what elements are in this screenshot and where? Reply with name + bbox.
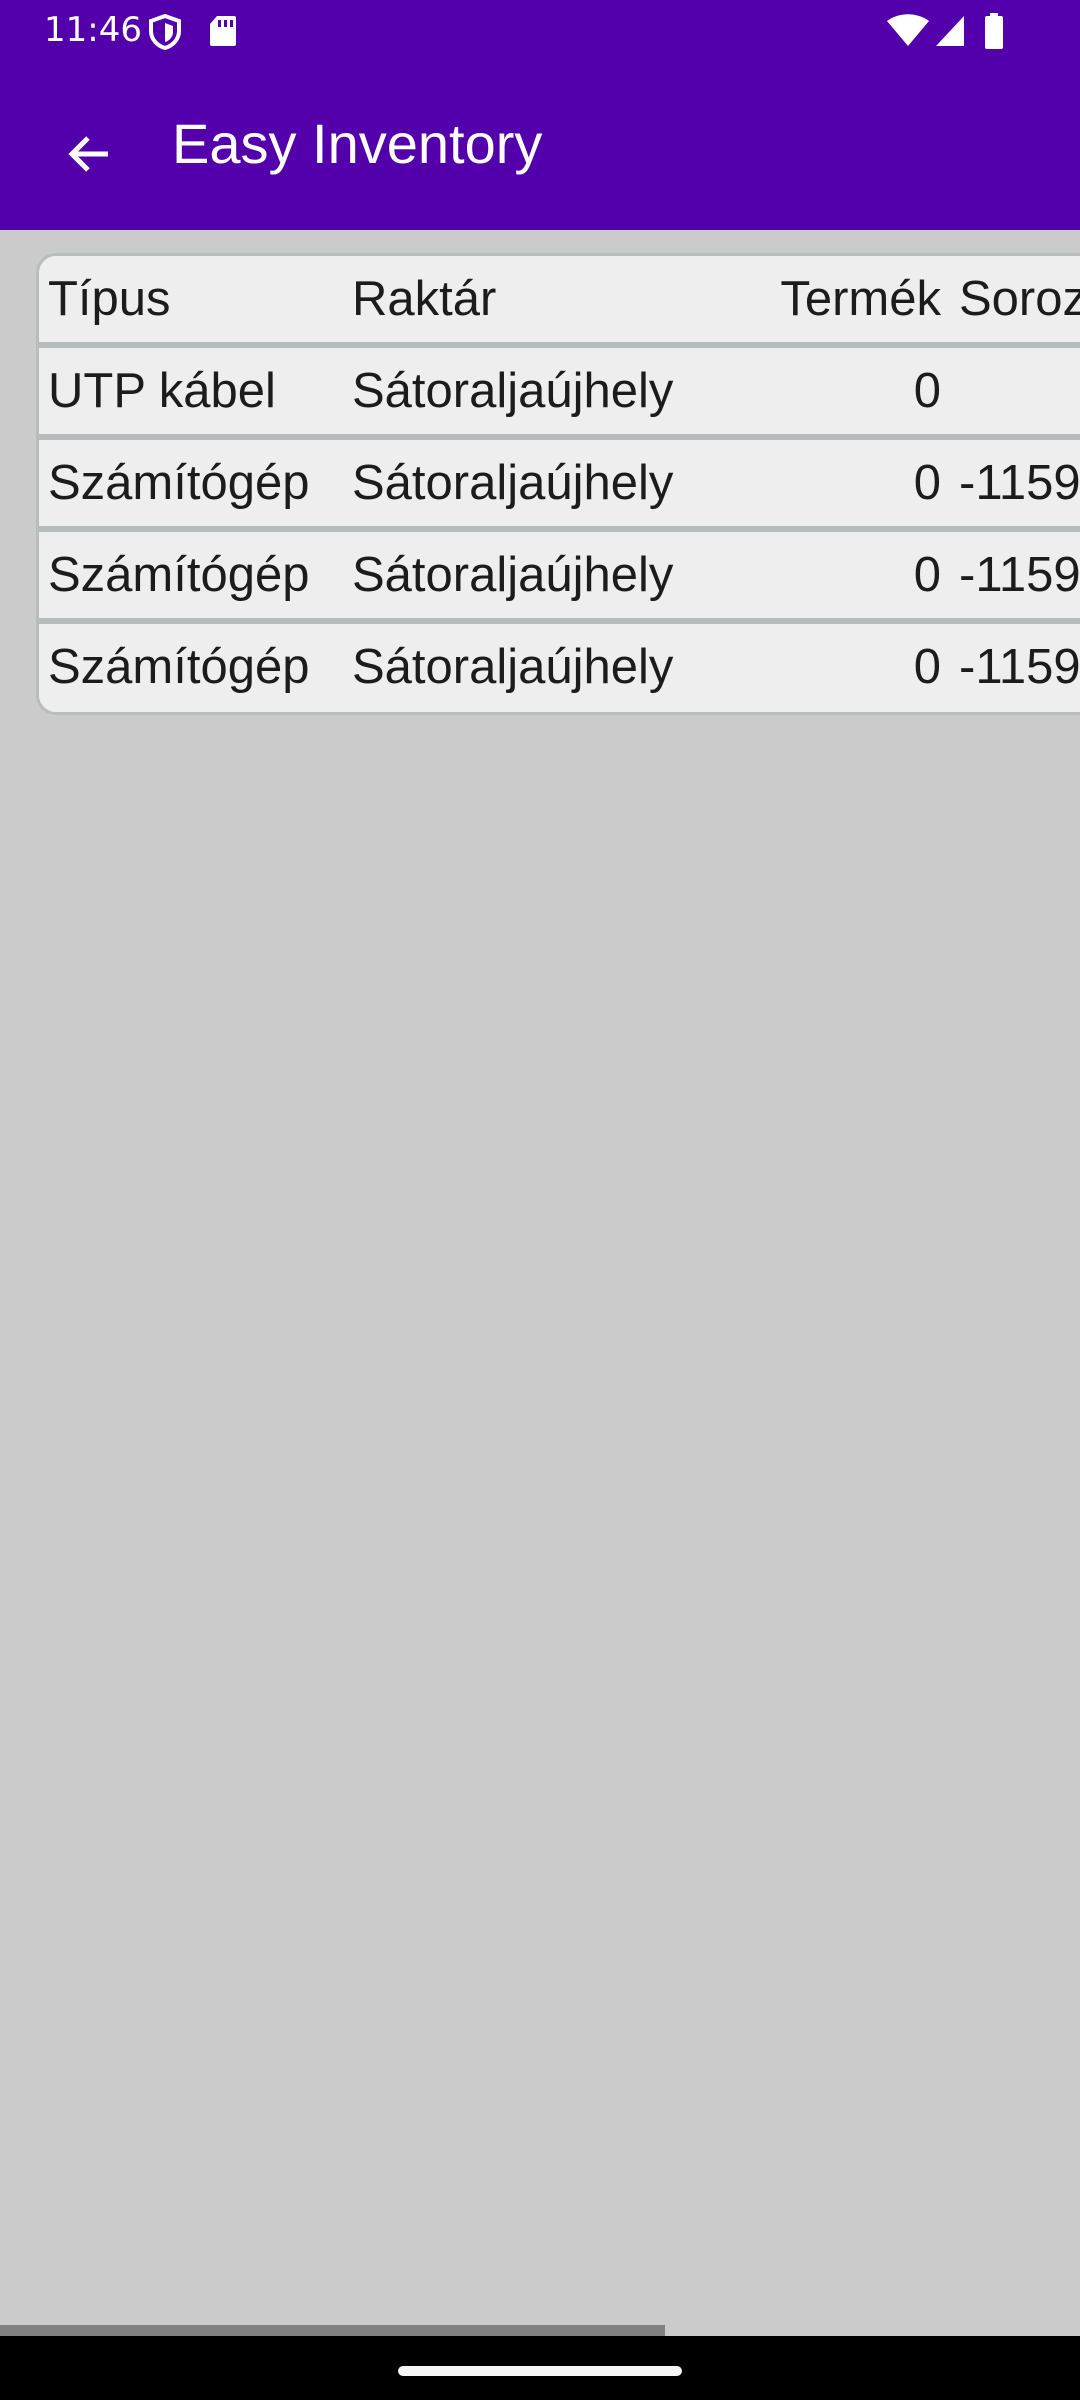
cellular-signal-icon	[936, 16, 964, 46]
header-product[interactable]: Termék	[759, 256, 941, 342]
horizontal-scrollbar[interactable]	[0, 2325, 665, 2336]
home-indicator[interactable]	[398, 2366, 682, 2376]
cell-product: 0	[913, 364, 941, 418]
app-title: Easy Inventory	[172, 112, 543, 175]
arrow-back-icon	[68, 136, 108, 172]
back-button[interactable]	[40, 112, 136, 196]
sd-card-icon	[210, 16, 236, 46]
cell-type: Számítógép	[48, 456, 310, 510]
table-header-row: Típus Raktár Termék Soroz	[39, 256, 1080, 342]
wifi-icon	[887, 14, 929, 46]
cell-type: Számítógép	[48, 548, 310, 602]
header-serial[interactable]: Soroz	[959, 256, 1080, 342]
cell-warehouse: Sátoraljaújhely	[352, 640, 674, 694]
header-warehouse[interactable]: Raktár	[352, 256, 496, 342]
cell-warehouse: Sátoraljaújhely	[352, 456, 674, 510]
cell-product: 0	[913, 456, 941, 510]
cell-warehouse: Sátoraljaújhely	[352, 364, 674, 418]
cell-product: 0	[913, 548, 941, 602]
status-time: 11:46	[44, 10, 142, 50]
shield-icon	[149, 14, 181, 50]
status-bar: 11:46	[0, 0, 1080, 60]
table-row[interactable]: Számítógép Sátoraljaújhely 0 -1159	[39, 624, 1080, 710]
cell-type: UTP kábel	[48, 364, 276, 418]
table-row[interactable]: Számítógép Sátoraljaújhely 0 -1159	[39, 440, 1080, 526]
cell-type: Számítógép	[48, 640, 310, 694]
cell-serial: -1159	[959, 640, 1080, 694]
app-bar: Easy Inventory	[0, 60, 1080, 230]
header-type[interactable]: Típus	[48, 256, 171, 342]
inventory-table[interactable]: Típus Raktár Termék Soroz UTP kábel Sáto…	[36, 253, 1080, 715]
table-row[interactable]: UTP kábel Sátoraljaújhely 0	[39, 348, 1080, 434]
battery-icon	[985, 13, 1003, 49]
cell-serial: -1159	[959, 456, 1080, 510]
navigation-bar	[0, 2336, 1080, 2400]
table-row[interactable]: Számítógép Sátoraljaújhely 0 -1159	[39, 532, 1080, 618]
cell-product: 0	[913, 640, 941, 694]
screen: 11:46 Easy Inventory Típus Raktár Termék…	[0, 0, 1080, 2400]
cell-serial: -1159	[959, 548, 1080, 602]
cell-warehouse: Sátoraljaújhely	[352, 548, 674, 602]
